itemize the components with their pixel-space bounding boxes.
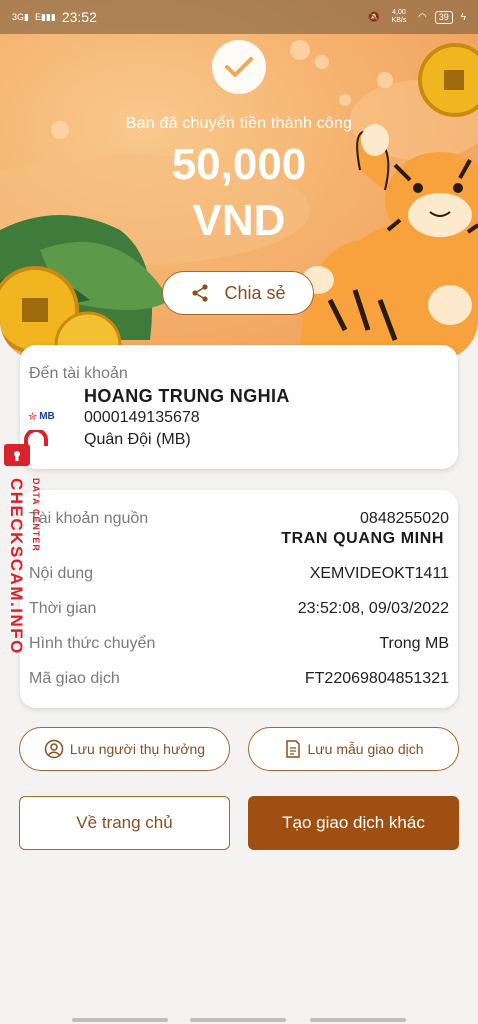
save-template-button[interactable]: Lưu mẫu giao dịch [248, 727, 459, 771]
share-label: Chia sẻ [224, 282, 286, 303]
save-beneficiary-button[interactable]: Lưu người thụ hưởng [19, 727, 230, 771]
lock-icon [4, 430, 48, 466]
detail-value: FT22069804851321 [304, 670, 449, 687]
success-hero: 3G▮ E▮▮▮ 23:52 🔕 4,00 KB/s ◠ 39 ϟ Bạn đã… [0, 0, 478, 360]
detail-row-source: Tài khoản nguồn 0848255020 [29, 510, 449, 528]
amount-currency: VND [192, 196, 286, 245]
network-speed: 4,00 KB/s [391, 9, 407, 24]
success-check-icon [212, 40, 266, 94]
clock: 23:52 [61, 9, 97, 25]
detail-row-time: Thời gian 23:52:08, 09/03/2022 [29, 600, 449, 618]
destination-card: Đến tài khoản ✮ MB HOANG TRUNG NGHIA 000… [20, 345, 458, 469]
user-circle-icon [44, 739, 64, 759]
detail-value: XEMVIDEOKT1411 [309, 565, 449, 582]
success-message: Bạn đã chuyển tiền thành công [125, 115, 353, 132]
charging-icon: ϟ [460, 11, 466, 23]
detail-row-transaction-id: Mã giao dịch FT22069804851321 [29, 670, 449, 688]
signal-icon-2: E▮▮▮ [34, 11, 56, 22]
watermark-text: CHECKSCAM.INFO [7, 478, 26, 655]
wifi-icon: ◠ [417, 11, 427, 23]
watermark-subtext: DATA CENTER [31, 478, 41, 552]
share-button[interactable]: Chia sẻ [162, 271, 314, 315]
recipient-bank: Quân Đội (MB) [84, 431, 191, 448]
document-icon [285, 740, 300, 758]
amount-value: 50,000 [171, 140, 307, 189]
status-bar: 3G▮ E▮▮▮ 23:52 🔕 4,00 KB/s ◠ 39 ϟ [0, 0, 478, 34]
checkscam-watermark: CHECKSCAM.INFO DATA CENTER [2, 430, 48, 670]
transaction-details-card: Tài khoản nguồn 0848255020 TRAN QUANG MI… [20, 490, 458, 708]
save-template-label: Lưu mẫu giao dịch [307, 741, 424, 757]
battery-icon: 39 [434, 10, 453, 24]
recipient-account: 0000149135678 [84, 409, 200, 426]
detail-row-method: Hình thức chuyển Trong MB [29, 635, 449, 653]
signal-icon: 3G▮ [12, 11, 29, 22]
mb-bank-logo: ✮ MB [28, 411, 55, 423]
detail-value: 0848255020 [360, 510, 449, 527]
destination-label: Đến tài khoản [29, 365, 128, 382]
share-icon [192, 284, 209, 302]
save-beneficiary-label: Lưu người thụ hưởng [69, 741, 206, 757]
source-account-name: TRAN QUANG MINH [281, 530, 444, 547]
detail-value: 23:52:08, 09/03/2022 [297, 600, 449, 617]
new-transaction-button[interactable]: Tạo giao dịch khác [248, 796, 459, 850]
home-button[interactable]: Về trang chủ [19, 796, 230, 850]
detail-value: Trong MB [379, 635, 449, 652]
detail-row-content: Nội dung XEMVIDEOKT1411 [29, 565, 449, 583]
star-icon: ✮ [28, 411, 38, 423]
nav-bar-segment [190, 1018, 286, 1022]
detail-label: Mã giao dịch [29, 670, 120, 687]
recipient-name: HOANG TRUNG NGHIA [84, 386, 290, 406]
mute-icon: 🔕 [367, 11, 380, 23]
nav-bar-segment [310, 1018, 406, 1022]
nav-bar-segment [72, 1018, 168, 1022]
